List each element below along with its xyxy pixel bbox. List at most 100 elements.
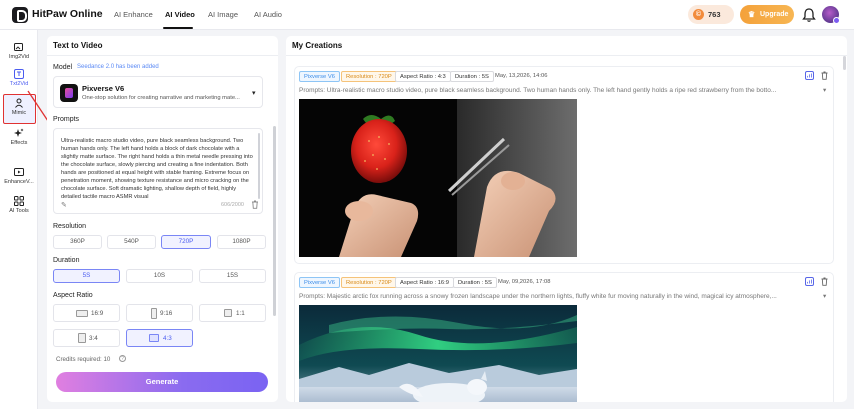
person-icon bbox=[15, 98, 23, 108]
upgrade-label: Upgrade bbox=[760, 11, 789, 18]
resolution-option-540p[interactable]: 540P bbox=[107, 235, 156, 249]
sidebar-item-label: Txt2Vid bbox=[9, 81, 29, 87]
aspect-option-4-3[interactable]: 4:3 bbox=[126, 329, 193, 347]
tab-ai-audio[interactable]: AI Audio bbox=[254, 10, 282, 19]
trash-icon[interactable] bbox=[821, 277, 828, 286]
app-name[interactable]: HitPaw Online bbox=[32, 8, 103, 20]
text-to-video-icon bbox=[14, 69, 24, 79]
video-thumbnail-strawberry[interactable] bbox=[299, 99, 577, 257]
aspect-option-9-16[interactable]: 9:16 bbox=[126, 304, 193, 322]
chart-icon[interactable] bbox=[805, 71, 814, 80]
card-actions bbox=[805, 277, 833, 287]
aspect-tag: Aspect Ratio : 16:9 bbox=[395, 277, 454, 288]
model-tag: Pixverse V6 bbox=[299, 71, 340, 82]
prompt-scrollbar[interactable] bbox=[258, 133, 260, 199]
duration-tag: Duration : 5S bbox=[450, 71, 494, 82]
aspect-option-1-1[interactable]: 1:1 bbox=[199, 304, 266, 322]
tab-ai-enhance[interactable]: AI Enhance bbox=[114, 10, 153, 19]
duration-option-15s[interactable]: 15S bbox=[199, 269, 266, 283]
aspect-label: 9:16 bbox=[160, 310, 173, 317]
sidebar-item-label: EnhanceV... bbox=[4, 179, 34, 185]
aspect-option-3-4[interactable]: 3:4 bbox=[53, 329, 120, 347]
trash-icon[interactable] bbox=[251, 200, 259, 209]
aspect-1-1-icon bbox=[224, 309, 232, 317]
chart-icon[interactable] bbox=[805, 277, 814, 286]
duration-tag: Duration : 5S bbox=[453, 277, 497, 288]
panel-title: Text to Video bbox=[53, 41, 103, 50]
duration-option-10s[interactable]: 10S bbox=[126, 269, 193, 283]
credits-required: Credits required: 10 bbox=[56, 356, 111, 363]
resolution-tag: Resolution : 720P bbox=[341, 71, 397, 82]
coin-icon: © bbox=[693, 9, 704, 20]
creation-date: May, 09,2026, 17:08 bbox=[498, 279, 551, 285]
credits-value: 763 bbox=[708, 10, 721, 19]
panel-title: My Creations bbox=[292, 41, 343, 50]
enhance-video-icon bbox=[14, 168, 24, 176]
generate-button[interactable]: Generate bbox=[56, 372, 268, 392]
magic-wand-icon[interactable]: ✎ bbox=[61, 201, 67, 209]
creation-prompt: Prompts: Majestic arctic fox running acr… bbox=[299, 293, 777, 300]
prompt-char-count: 606/2000 bbox=[221, 202, 244, 208]
pixverse-logo-icon bbox=[60, 84, 78, 102]
model-label: Model bbox=[53, 64, 73, 71]
aspect-label: 16:9 bbox=[91, 310, 104, 317]
tab-ai-image[interactable]: AI Image bbox=[208, 10, 238, 19]
resolution-option-1080p[interactable]: 1080P bbox=[217, 235, 266, 249]
active-tab-indicator bbox=[163, 27, 193, 29]
crown-icon: ♛ bbox=[748, 10, 756, 19]
prompt-textarea[interactable]: Ultra-realistic macro studio video, pure… bbox=[53, 128, 263, 214]
duration-label: Duration bbox=[53, 257, 80, 264]
model-tag: Pixverse V6 bbox=[299, 277, 340, 288]
grid-icon bbox=[14, 196, 24, 206]
divider bbox=[286, 55, 847, 56]
sparkle-icon bbox=[14, 128, 24, 137]
resolution-tag: Resolution : 720P bbox=[341, 277, 397, 288]
trash-icon[interactable] bbox=[821, 71, 828, 80]
credits-balance[interactable]: © 763 bbox=[688, 5, 734, 24]
bell-icon[interactable] bbox=[802, 7, 816, 23]
aspect-16-9-icon bbox=[76, 310, 88, 317]
chevron-down-icon[interactable]: ▾ bbox=[823, 292, 826, 300]
info-icon[interactable]: ? bbox=[119, 355, 126, 362]
aspect-9-16-icon bbox=[151, 308, 157, 319]
my-creations-panel: My Creations Pixverse V6 Resolution : 72… bbox=[286, 36, 847, 402]
text-to-video-panel: Text to Video Model Seedance 2.0 has bee… bbox=[47, 36, 278, 402]
prompts-label: Prompts bbox=[53, 116, 80, 123]
aspect-option-16-9[interactable]: 16:9 bbox=[53, 304, 120, 322]
creation-prompt: Prompts: Ultra-realistic macro studio vi… bbox=[299, 87, 777, 94]
chevron-down-icon[interactable]: ▾ bbox=[823, 86, 826, 94]
model-selector[interactable]: Pixverse V6 One-stop solution for creati… bbox=[53, 76, 263, 108]
aspect-label: 3:4 bbox=[89, 335, 98, 342]
panel-scrollbar[interactable] bbox=[273, 126, 276, 316]
sidebar-item-label: AI Tools bbox=[9, 208, 29, 214]
aspect-tag: Aspect Ratio : 4:3 bbox=[395, 71, 451, 82]
sidebar-item-img2vid[interactable]: Img2Vid bbox=[0, 40, 38, 68]
resolution-option-360p[interactable]: 360P bbox=[53, 235, 102, 249]
model-name: Pixverse V6 bbox=[82, 84, 125, 93]
hitpaw-logo-icon[interactable] bbox=[12, 7, 28, 23]
tab-ai-video[interactable]: AI Video bbox=[165, 10, 195, 19]
duration-option-5s[interactable]: 5S bbox=[53, 269, 120, 283]
top-bar: HitPaw Online AI Enhance AI Video AI Ima… bbox=[0, 0, 854, 30]
sidebar-item-ai-tools[interactable]: AI Tools bbox=[0, 194, 38, 222]
avatar[interactable] bbox=[822, 6, 840, 24]
chevron-down-icon: ▾ bbox=[252, 90, 256, 97]
aspect-3-4-icon bbox=[78, 333, 86, 343]
video-thumbnail-arctic-fox[interactable] bbox=[299, 305, 577, 402]
aspect-label: 4:3 bbox=[163, 335, 172, 342]
resolution-label: Resolution bbox=[53, 223, 87, 230]
creations-scrollbar[interactable] bbox=[843, 56, 846, 70]
divider bbox=[47, 55, 278, 56]
upgrade-button[interactable]: ♛ Upgrade bbox=[740, 5, 794, 24]
image-to-video-icon bbox=[14, 43, 23, 51]
aspect-4-3-icon bbox=[149, 334, 159, 342]
card-actions bbox=[805, 71, 833, 81]
resolution-option-720p[interactable]: 720P bbox=[161, 235, 211, 249]
sidebar-item-label: Img2Vid bbox=[8, 54, 30, 60]
model-note: Seedance 2.0 has been added bbox=[77, 64, 159, 70]
creation-card: Pixverse V6 Resolution : 720P Aspect Rat… bbox=[294, 66, 834, 264]
aspect-ratio-label: Aspect Ratio bbox=[53, 292, 93, 299]
model-description: One-stop solution for creating narrative… bbox=[82, 95, 240, 101]
prompt-text[interactable]: Ultra-realistic macro studio video, pure… bbox=[61, 137, 255, 201]
sidebar-item-enhance-video[interactable]: EnhanceV... bbox=[0, 165, 38, 193]
